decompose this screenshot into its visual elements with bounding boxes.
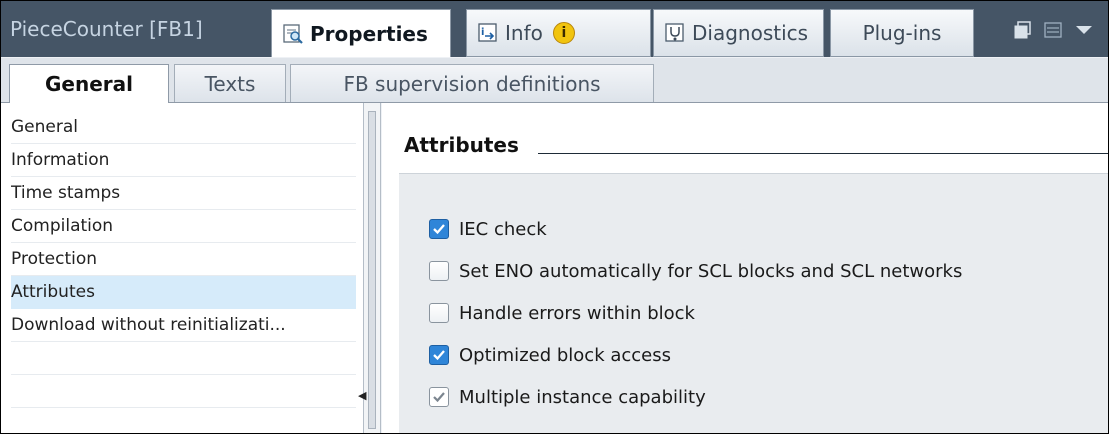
tab-info[interactable]: i Info i <box>466 9 651 57</box>
option-label: IEC check <box>459 218 547 240</box>
option-multiple-instance[interactable]: Multiple instance capability <box>429 382 706 412</box>
subtab-general[interactable]: General <box>9 64 169 103</box>
tab-plugins[interactable]: Plug-ins <box>830 9 974 57</box>
nav-item-attributes[interactable]: Attributes <box>11 276 356 309</box>
nav-empty-row <box>11 375 356 408</box>
checkbox-disabled-checked-icon[interactable] <box>429 387 449 407</box>
tab-properties-label: Properties <box>310 21 428 46</box>
info-icon: i <box>478 23 497 42</box>
checkbox-unchecked-icon[interactable] <box>429 261 449 281</box>
diagnostics-icon <box>665 23 684 42</box>
nav-item-time-stamps[interactable]: Time stamps <box>11 177 356 210</box>
option-optimized-access[interactable]: Optimized block access <box>429 340 671 370</box>
option-set-eno[interactable]: Set ENO automatically for SCL blocks and… <box>429 256 962 286</box>
checkbox-checked-icon[interactable] <box>429 345 449 365</box>
properties-window: PieceCounter [FB1] Properties i Info i D… <box>0 0 1109 434</box>
collapse-arrow-icon[interactable]: ◀ <box>358 389 366 402</box>
nav-item-protection[interactable]: Protection <box>11 243 356 276</box>
attributes-content: Attributes IEC check Set ENO automatical… <box>382 103 1108 433</box>
nav-item-compilation[interactable]: Compilation <box>11 210 356 243</box>
layout-menu-icon[interactable] <box>1043 20 1063 40</box>
tab-diagnostics-label: Diagnostics <box>692 21 809 45</box>
window-tools <box>1013 19 1103 41</box>
tab-diagnostics[interactable]: Diagnostics <box>653 9 824 57</box>
option-iec-check[interactable]: IEC check <box>429 214 547 244</box>
nav-item-general[interactable]: General <box>11 111 356 144</box>
property-nav: General Information Time stamps Compilat… <box>1 103 363 433</box>
checkbox-unchecked-icon[interactable] <box>429 303 449 323</box>
svg-text:i: i <box>481 27 484 38</box>
option-handle-errors[interactable]: Handle errors within block <box>429 298 695 328</box>
properties-icon <box>283 23 303 44</box>
nav-item-information[interactable]: Information <box>11 144 356 177</box>
window-title: PieceCounter [FB1] <box>10 17 203 41</box>
subtab-fb-supervision[interactable]: FB supervision definitions <box>290 64 654 102</box>
attributes-panel: IEC check Set ENO automatically for SCL … <box>399 173 1108 433</box>
tab-plugins-label: Plug-ins <box>862 21 942 45</box>
option-label: Set ENO automatically for SCL blocks and… <box>459 260 963 282</box>
nav-splitter[interactable]: ◀ <box>358 103 381 433</box>
section-divider <box>538 153 1108 154</box>
float-window-icon[interactable] <box>1013 20 1033 40</box>
option-label: Handle errors within block <box>459 302 695 324</box>
option-label: Multiple instance capability <box>459 386 706 408</box>
section-title: Attributes <box>404 133 519 157</box>
checkbox-checked-icon[interactable] <box>429 219 449 239</box>
splitter-handle[interactable] <box>368 111 376 429</box>
inspector-header: PieceCounter [FB1] Properties i Info i D… <box>1 1 1108 57</box>
chevron-down-icon[interactable] <box>1073 20 1095 40</box>
info-badge-icon: i <box>552 22 575 44</box>
subtab-texts[interactable]: Texts <box>174 64 286 102</box>
nav-empty-row <box>11 342 356 375</box>
tab-info-label: Info <box>505 21 543 45</box>
tab-properties[interactable]: Properties <box>271 9 451 57</box>
nav-item-download[interactable]: Download without reinitializati... <box>11 309 356 342</box>
option-label: Optimized block access <box>459 344 671 366</box>
subtab-bar: General Texts FB supervision definitions <box>1 58 1108 103</box>
